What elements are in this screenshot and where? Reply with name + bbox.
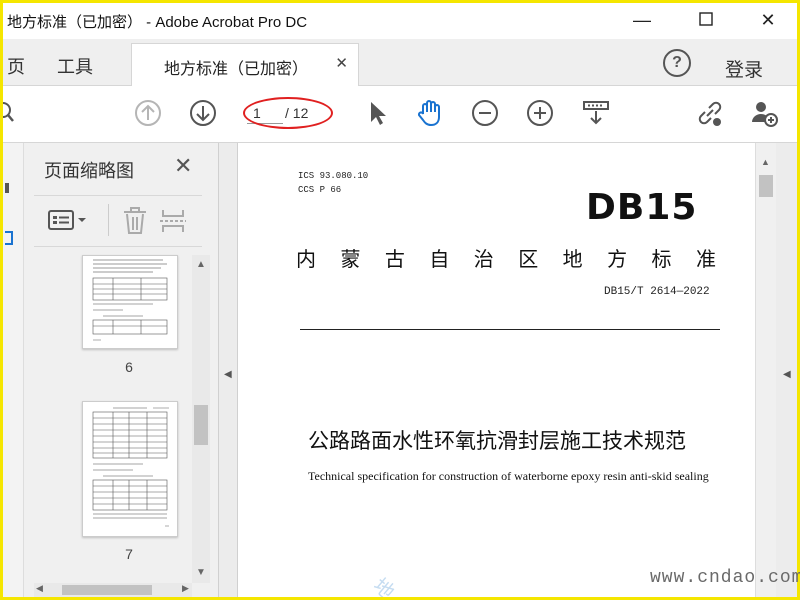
scroll-up-icon[interactable]: ▲ <box>196 259 206 270</box>
close-tab-icon[interactable]: ✕ <box>335 54 348 72</box>
org-char: 标 <box>651 247 672 271</box>
share-link-icon[interactable] <box>695 98 725 128</box>
add-user-icon[interactable] <box>749 98 779 128</box>
panel-title: 页面缩略图 <box>44 161 134 181</box>
org-char: 自 <box>429 247 450 271</box>
panel-collapse-handle[interactable]: ◀ <box>219 143 238 597</box>
tabs-row: 页 工具 地方标准（已加密） ✕ ? 登录 <box>3 39 797 86</box>
divider-rule <box>300 329 720 330</box>
previous-page-icon[interactable] <box>133 98 163 128</box>
delete-page-icon[interactable] <box>120 206 150 241</box>
thumbnails-scrollbar[interactable]: ▲ ▼ <box>192 255 210 583</box>
title-bar: 地方标准（已加密） - Adobe Acrobat Pro DC — ✕ <box>3 3 797 39</box>
scroll-right-icon[interactable]: ▶ <box>182 583 189 594</box>
org-char: 方 <box>607 247 628 271</box>
thumbnail-page-6[interactable] <box>82 255 178 349</box>
tab-home[interactable]: 页 <box>7 53 25 79</box>
panel-toolbar <box>34 195 202 247</box>
scroll-up-icon[interactable]: ▲ <box>761 157 770 167</box>
org-char: 地 <box>562 247 583 271</box>
document-scrollbar-thumb[interactable] <box>759 175 773 197</box>
org-char: 蒙 <box>340 247 361 271</box>
thumbnails-panel: 页面缩略图 ✕ 6 7 ▲ ▼ ◀ ▶ <box>24 143 219 597</box>
english-title: Technical specification for construction… <box>308 469 709 483</box>
window-title: 地方标准（已加密） - Adobe Acrobat Pro DC <box>7 14 308 31</box>
expand-right-icon[interactable]: ◀ <box>783 369 791 380</box>
collapse-left-icon[interactable]: ◀ <box>224 369 232 380</box>
watermark-text: www.cndao.com <box>650 568 800 588</box>
org-char: 区 <box>518 247 539 271</box>
zoom-out-icon[interactable] <box>470 98 500 128</box>
tab-tools[interactable]: 工具 <box>57 53 93 79</box>
bookmark-icon[interactable] <box>5 183 9 193</box>
ics-line: ICS 93.080.10 <box>298 171 369 181</box>
hand-tool-icon[interactable] <box>415 98 445 128</box>
help-icon[interactable]: ? <box>663 49 691 77</box>
ics-code: ICS 93.080.10 CCS P 66 <box>298 169 368 197</box>
org-char: 治 <box>473 247 494 271</box>
minimize-icon[interactable]: — <box>631 9 653 31</box>
tab-document[interactable]: 地方标准（已加密） ✕ <box>131 43 359 86</box>
chinese-title: 公路路面水性环氧抗滑封层施工技术规范 <box>308 429 686 453</box>
org-char: 准 <box>695 247 716 271</box>
maximize-icon[interactable] <box>695 9 717 31</box>
document-scrollbar[interactable]: ▲ <box>755 143 776 597</box>
thumbnails-horizontal-scrollbar[interactable]: ◀ ▶ <box>34 583 192 597</box>
divider <box>108 204 109 236</box>
organization-name: 内 蒙 古 自 治 区 地 方 标 准 <box>296 243 716 272</box>
scroll-mode-icon[interactable] <box>581 98 611 128</box>
next-page-icon[interactable] <box>188 98 218 128</box>
zoom-in-icon[interactable] <box>525 98 555 128</box>
right-pane: ▲ ◀ <box>755 143 797 597</box>
options-menu-icon[interactable] <box>48 208 88 239</box>
standard-code: DB15 <box>586 187 698 228</box>
side-tool-strip <box>3 143 24 597</box>
extract-page-icon[interactable] <box>158 206 188 241</box>
document-tab-label: 地方标准（已加密） <box>164 61 309 78</box>
horizontal-scrollbar-thumb[interactable] <box>62 585 152 595</box>
select-pointer-icon[interactable] <box>363 98 393 128</box>
document-page: ICS 93.080.10 CCS P 66 DB15 内 蒙 古 自 治 区 … <box>238 143 755 597</box>
scrollbar-thumb[interactable] <box>194 405 208 445</box>
thumbnail-label: 7 <box>125 546 133 562</box>
thumbnail-page-7[interactable] <box>82 401 178 537</box>
close-panel-icon[interactable]: ✕ <box>174 153 192 179</box>
standard-number: DB15/T 2614—2022 <box>604 286 710 298</box>
login-button[interactable]: 登录 <box>725 55 763 82</box>
ccs-line: CCS P 66 <box>298 185 342 195</box>
search-icon[interactable] <box>3 98 25 128</box>
thumbnail-label: 6 <box>125 359 133 375</box>
scroll-down-icon[interactable]: ▼ <box>196 567 206 578</box>
scroll-left-icon[interactable]: ◀ <box>36 583 43 594</box>
close-window-icon[interactable]: ✕ <box>757 9 779 31</box>
org-char: 古 <box>384 247 405 271</box>
page-thumbnails-icon[interactable] <box>5 231 13 245</box>
org-char: 内 <box>296 247 316 271</box>
toolbar: / 12 <box>3 86 797 143</box>
highlight-oval <box>243 97 333 129</box>
acrobat-window: 地方标准（已加密） - Adobe Acrobat Pro DC — ✕ 页 工… <box>3 3 797 597</box>
